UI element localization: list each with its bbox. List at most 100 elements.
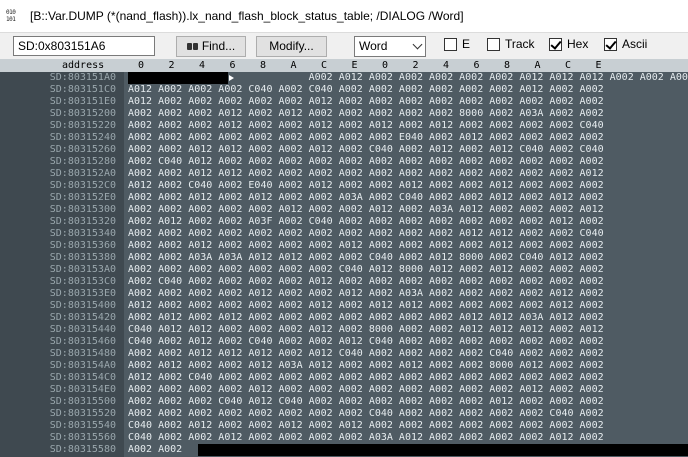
column-header-row: address 0 2 4 6 8 A C E 0 2 4 6 8 A C E [0, 59, 688, 72]
find-button[interactable]: Find... [176, 36, 246, 57]
row-data[interactable]: A002 A002 A012 A002 A012 A002 A002 A03A … [128, 192, 604, 204]
table-row[interactable]: SD:803152E0 A002 A002 A012 A002 A012 A002… [0, 192, 688, 204]
table-row[interactable]: SD:803153C0 A002 C040 A002 A002 A002 A002… [0, 276, 688, 288]
table-row[interactable]: SD:803151C0 A012 A002 A002 A002 C040 A002… [0, 84, 688, 96]
row-address: SD:80315440 [49, 324, 116, 335]
table-row[interactable]: SD:80315260 A002 A002 A012 A012 A002 A002… [0, 144, 688, 156]
row-data[interactable]: A012 A002 A002 A002 A002 A002 A012 A002 … [128, 300, 604, 312]
row-data[interactable]: A012 A002 C040 A002 E040 A002 A012 A002 … [128, 180, 604, 192]
checkbox-track-label: Track [505, 37, 535, 51]
row-address: SD:803153A0 [49, 264, 116, 275]
row-address: SD:803154A0 [49, 360, 116, 371]
table-row[interactable]: SD:803154E0 A002 A002 A002 A002 A012 A002… [0, 384, 688, 396]
table-row[interactable]: SD:80315560 C040 A002 A002 A012 A002 A002… [0, 432, 688, 444]
row-data[interactable]: A002 A002 A002 A002 A002 A002 A002 C040 … [128, 264, 604, 276]
table-row[interactable]: SD:803151A0 A002 A012 A002 A002 A002 A00… [0, 72, 688, 84]
row-address: SD:80315280 [49, 156, 116, 167]
table-row[interactable]: SD:803151E0 A012 A002 A002 A002 A002 A002… [0, 96, 688, 108]
table-row[interactable]: SD:80315400 A012 A002 A002 A002 A002 A002… [0, 300, 688, 312]
row-data[interactable]: A002 A002 A002 A002 A002 A012 A002 A002 … [128, 204, 604, 216]
table-row[interactable]: SD:80315520 A002 A002 A002 A002 A002 A002… [0, 408, 688, 420]
row-data[interactable]: A002 A002 A002 A002 A012 A002 A002 A002 … [128, 384, 604, 396]
table-row[interactable]: SD:803153A0 A002 A002 A002 A002 A002 A002… [0, 264, 688, 276]
table-row[interactable]: SD:80315220 A002 A002 A002 A012 A002 A002… [0, 120, 688, 132]
header-col: 0 [382, 60, 389, 71]
table-row[interactable]: SD:80315540 C040 A002 A012 A002 A002 A012… [0, 420, 688, 432]
row-address: SD:803151C0 [49, 84, 116, 95]
row-data[interactable]: C040 A002 A002 A012 A002 A002 A002 A002 … [128, 432, 604, 444]
row-data[interactable]: A002 A002 A03A A03A A012 A012 A002 A002 … [128, 252, 604, 264]
table-row[interactable]: SD:803154A0 A002 A012 A002 A002 A012 A03A… [0, 360, 688, 372]
checkbox-e[interactable] [444, 38, 457, 51]
row-data[interactable]: C040 A002 A012 A002 C040 A002 A002 A012 … [128, 336, 604, 348]
row-address: SD:803152E0 [49, 192, 116, 203]
row-data[interactable]: A002 A012 A002 A002 A012 A03A A012 A002 … [128, 360, 604, 372]
table-row[interactable]: SD:803152A0 A002 A002 A012 A012 A002 A002… [0, 168, 688, 180]
header-col: A [534, 60, 541, 71]
row-address: SD:803154C0 [49, 372, 116, 383]
table-row[interactable]: SD:803152C0 A012 A002 C040 A002 E040 A002… [0, 180, 688, 192]
header-col: 6 [229, 60, 236, 71]
row-data[interactable]: A002 C040 A002 A002 A002 A002 A012 A002 … [128, 276, 604, 288]
row-data[interactable]: A002 A002 A002 A002 A002 A002 A002 A002 … [128, 408, 604, 420]
selection-mask [128, 72, 228, 84]
row-address: SD:803153C0 [49, 276, 116, 287]
row-data[interactable]: A002 C040 A012 A002 A002 A002 A002 A002 … [128, 156, 604, 168]
row-data[interactable]: A002 A002 A002 A002 A002 A002 A002 A002 … [128, 228, 604, 240]
table-row[interactable]: SD:80315480 A002 A002 A012 A012 A012 A002… [0, 348, 688, 360]
table-row[interactable]: SD:80315440 C040 A012 A012 A002 A002 A002… [0, 324, 688, 336]
table-row[interactable]: SD:80315320 A002 A012 A002 A002 A03F A002… [0, 216, 688, 228]
checkbox-track[interactable] [487, 38, 500, 51]
table-row[interactable]: SD:80315300 A002 A002 A002 A002 A002 A012… [0, 204, 688, 216]
row-data[interactable]: C040 A002 A012 A002 A002 A012 A002 A012 … [128, 420, 604, 432]
header-col: 0 [138, 60, 145, 71]
table-row[interactable]: SD:80315340 A002 A002 A002 A002 A002 A002… [0, 228, 688, 240]
row-data[interactable]: A002 A002 A012 A012 A002 A002 A002 A002 … [128, 168, 604, 180]
header-col: 8 [504, 60, 511, 71]
row-data[interactable]: A002 A002 A002 A002 A002 A002 A002 A002 … [128, 132, 604, 144]
width-select[interactable]: Word [354, 36, 426, 57]
table-row[interactable]: SD:80315280 A002 C040 A012 A002 A002 A002… [0, 156, 688, 168]
row-address: SD:80315580 [49, 444, 116, 455]
row-data[interactable]: A002 A002 A002 A002 A012 A002 A002 A012 … [128, 288, 604, 300]
row-data[interactable]: A002 A002 A012 A002 A002 A002 A002 A012 … [128, 240, 604, 252]
row-address: SD:80315340 [49, 228, 116, 239]
row-data[interactable]: A002 A002 A002 A012 A002 A012 A002 A002 … [128, 108, 604, 120]
table-row[interactable]: SD:80315460 C040 A002 A012 A002 C040 A002… [0, 336, 688, 348]
row-address: SD:80315420 [49, 312, 116, 323]
address-input[interactable]: SD:0x803151A6 [13, 36, 155, 56]
table-row[interactable]: SD:80315240 A002 A002 A002 A002 A002 A002… [0, 132, 688, 144]
table-row[interactable]: SD:803153E0 A002 A002 A002 A002 A012 A002… [0, 288, 688, 300]
table-row[interactable]: SD:803154C0 A012 A002 C040 A002 A002 A002… [0, 372, 688, 384]
header-col: 2 [412, 60, 419, 71]
find-button-label: Find... [201, 39, 236, 53]
row-address: SD:80315200 [49, 108, 116, 119]
checkbox-ascii[interactable] [604, 38, 617, 51]
table-row[interactable]: SD:80315380 A002 A002 A03A A03A A012 A012… [0, 252, 688, 264]
table-row[interactable]: SD:80315200 A002 A002 A002 A012 A002 A012… [0, 108, 688, 120]
row-data[interactable]: A012 A002 C040 A002 A002 A002 A002 A002 … [128, 372, 604, 384]
row-data[interactable]: A012 A002 A002 A002 A002 A002 A012 A002 … [128, 96, 604, 108]
row-address: SD:803154E0 [49, 384, 116, 395]
row-address: SD:80315480 [49, 348, 116, 359]
row-data[interactable]: A002 A002 A012 A012 A002 A002 A012 A002 … [128, 144, 604, 156]
table-row[interactable]: SD:80315500 A002 A002 A002 C040 A012 C040… [0, 396, 688, 408]
checkbox-ascii-label: Ascii [622, 37, 648, 51]
row-data[interactable]: A002 A002 A012 A012 A012 A002 A012 C040 … [128, 348, 604, 360]
checkbox-hex[interactable] [549, 38, 562, 51]
row-data[interactable]: A002 A002 [128, 444, 182, 456]
row-data[interactable]: A002 A012 A002 A002 A03F A002 C040 A002 … [128, 216, 604, 228]
row-data[interactable]: A012 A002 A002 A002 C040 A002 C040 A002 … [128, 84, 604, 96]
row-data[interactable]: C040 A012 A012 A002 A002 A002 A012 A002 … [128, 324, 604, 336]
row-address: SD:803152A0 [49, 168, 116, 179]
header-col: C [565, 60, 572, 71]
row-data[interactable]: A002 A002 A002 C040 A012 C040 A002 A002 … [128, 396, 604, 408]
checkbox-hex-label: Hex [567, 37, 589, 51]
modify-button[interactable]: Modify... [256, 36, 327, 57]
table-row[interactable]: SD:80315360 A002 A002 A012 A002 A002 A002… [0, 240, 688, 252]
row-data[interactable]: A002 A002 A002 A012 A002 A002 A012 A002 … [128, 120, 604, 132]
dump-grid[interactable]: address 0 2 4 6 8 A C E 0 2 4 6 8 A C E SD:803151A0 A00… [0, 59, 688, 457]
width-select-value: Word [359, 39, 388, 53]
table-row[interactable]: SD:80315420 A002 A012 A002 A012 A002 A002… [0, 312, 688, 324]
row-data[interactable]: A002 A012 A002 A012 A002 A002 A002 A002 … [128, 312, 604, 324]
